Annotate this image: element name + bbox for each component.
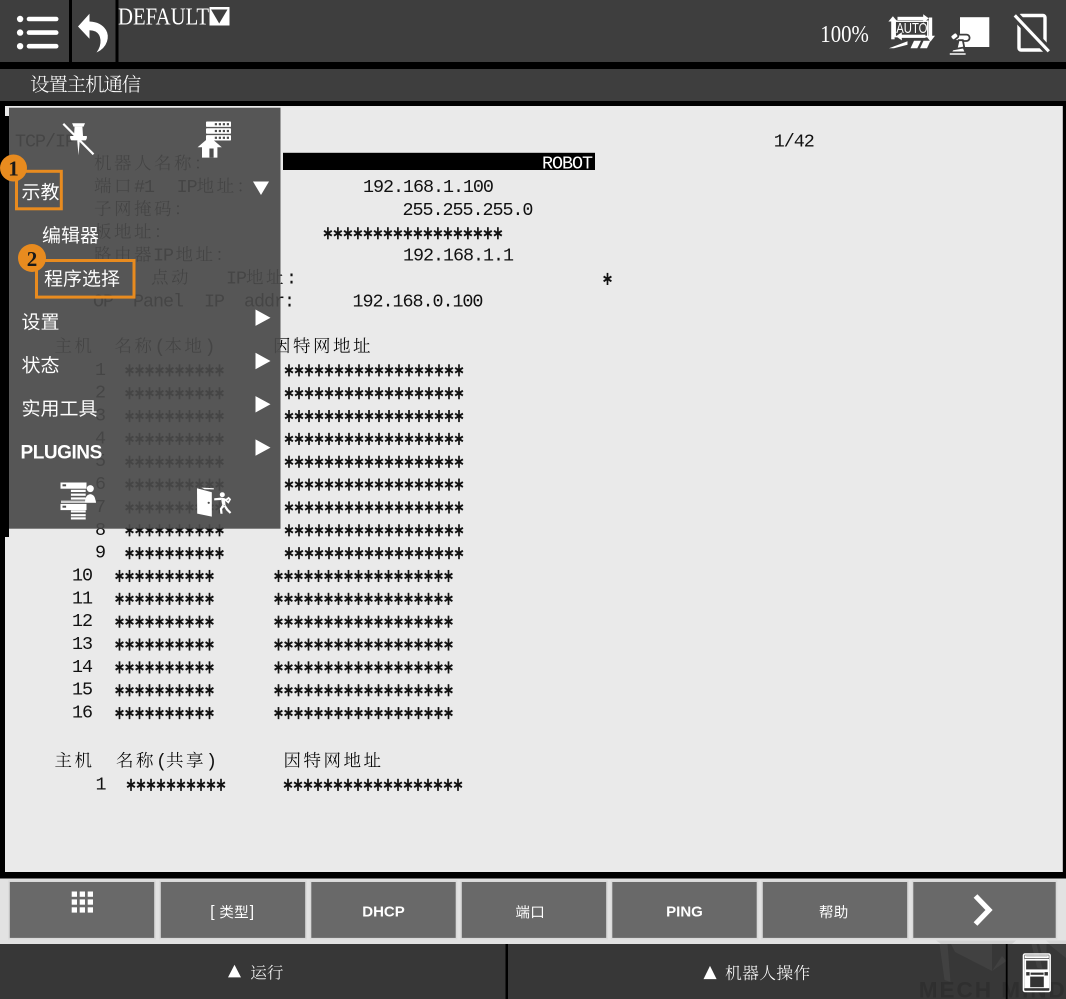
svg-text:(: ( <box>156 751 166 772</box>
svg-text:PLUGINS: PLUGINS <box>21 443 102 464</box>
svg-text:PING: PING <box>666 903 703 920</box>
svg-text:]: ] <box>250 904 254 921</box>
svg-text:100%: 100% <box>820 22 869 48</box>
svg-text:9: 9 <box>95 543 105 564</box>
svg-text:192.168.1.1: 192.168.1.1 <box>403 246 514 267</box>
svg-text:): ) <box>206 751 216 772</box>
svg-text:1/42: 1/42 <box>774 131 814 152</box>
svg-text:2: 2 <box>27 247 38 271</box>
svg-text:16: 16 <box>72 703 92 724</box>
svg-text::: : <box>286 268 296 289</box>
svg-text:15: 15 <box>72 680 92 701</box>
svg-text:192.168.1.100: 192.168.1.100 <box>363 177 493 198</box>
svg-text:11: 11 <box>72 588 93 609</box>
svg-text:13: 13 <box>72 634 92 655</box>
svg-text:12: 12 <box>72 611 92 632</box>
svg-text:14: 14 <box>72 657 93 678</box>
svg-text:[: [ <box>210 904 215 921</box>
svg-text:1: 1 <box>96 774 107 795</box>
svg-text:DHCP: DHCP <box>362 903 405 920</box>
svg-text:1: 1 <box>8 157 19 181</box>
svg-text:10: 10 <box>72 565 92 586</box>
svg-text:AUTO: AUTO <box>896 20 927 37</box>
svg-text:255.255.255.0: 255.255.255.0 <box>403 200 533 221</box>
svg-text:192.168.0.100: 192.168.0.100 <box>353 291 483 312</box>
svg-text:DEFAULT: DEFAULT <box>118 5 209 31</box>
svg-text:ROBOT: ROBOT <box>542 153 593 174</box>
